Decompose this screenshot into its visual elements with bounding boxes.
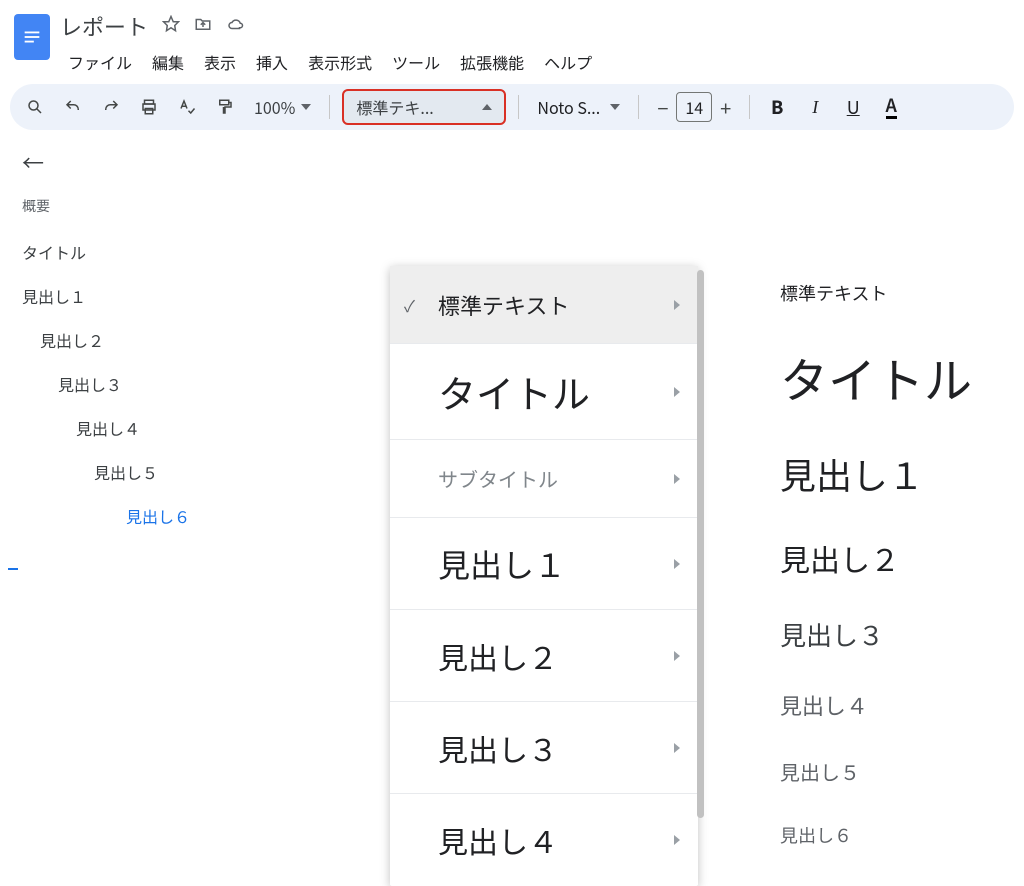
star-icon[interactable] <box>162 14 180 38</box>
doc-block-h3[interactable]: 見出し３ <box>780 616 972 653</box>
outline-item[interactable]: 見出し２ <box>22 328 238 352</box>
chevron-up-icon <box>482 104 492 110</box>
toolbar: 100% 標準テキ... Noto S... − 14 + B I U A <box>10 84 1014 130</box>
outline-item-active[interactable]: 見出し６ <box>22 504 238 528</box>
style-option-label: タイトル <box>438 364 590 419</box>
cloud-status-icon[interactable] <box>226 14 244 38</box>
style-option-h1[interactable]: 見出し１ <box>390 518 698 610</box>
outline-close-icon[interactable]: ← <box>22 146 238 178</box>
zoom-select[interactable]: 100% <box>248 95 317 119</box>
paragraph-styles-label: 標準テキ... <box>356 95 433 119</box>
font-size-input[interactable]: 14 <box>676 92 712 122</box>
menu-file[interactable]: ファイル <box>60 46 140 78</box>
redo-icon[interactable] <box>96 92 126 122</box>
outline-item[interactable]: タイトル <box>22 240 238 264</box>
submenu-arrow-icon <box>674 559 680 569</box>
submenu-arrow-icon <box>674 387 680 397</box>
increase-font-size-button[interactable]: + <box>714 93 737 122</box>
submenu-arrow-icon <box>674 474 680 484</box>
move-folder-icon[interactable] <box>194 14 212 38</box>
font-family-select[interactable]: Noto S... <box>531 95 626 119</box>
spellcheck-icon[interactable] <box>172 92 202 122</box>
menu-edit[interactable]: 編集 <box>144 46 192 78</box>
style-option-label: 見出し４ <box>438 818 558 862</box>
docs-logo-icon[interactable] <box>14 14 50 60</box>
italic-button[interactable]: I <box>800 92 830 122</box>
underline-button[interactable]: U <box>838 92 868 122</box>
menu-help[interactable]: ヘルプ <box>536 46 600 78</box>
chevron-down-icon <box>301 104 311 110</box>
style-option-h3[interactable]: 見出し３ <box>390 702 698 794</box>
submenu-arrow-icon <box>674 300 680 310</box>
doc-block-h4[interactable]: 見出し４ <box>780 689 972 721</box>
doc-block-h5[interactable]: 見出し５ <box>780 757 972 786</box>
outline-item[interactable]: 見出し４ <box>22 416 238 440</box>
menu-view[interactable]: 表示 <box>196 46 244 78</box>
paragraph-styles-select[interactable]: 標準テキ... <box>342 89 506 125</box>
menu-tools[interactable]: ツール <box>384 46 448 78</box>
outline-item[interactable]: 見出し５ <box>22 460 238 484</box>
document-content[interactable]: 標準テキスト タイトル 見出し１ 見出し２ 見出し３ 見出し４ 見出し５ 見出し… <box>780 280 972 848</box>
paragraph-styles-menu: ✓ 標準テキスト タイトル サブタイトル 見出し１ 見出し２ 見出し３ 見出し４ <box>390 266 698 886</box>
doc-block-h6[interactable]: 見出し６ <box>780 822 972 848</box>
check-icon: ✓ <box>404 293 415 317</box>
styles-menu-scrollbar[interactable] <box>697 270 704 818</box>
doc-block-normal[interactable]: 標準テキスト <box>780 280 972 306</box>
bold-button[interactable]: B <box>762 92 792 122</box>
style-option-subtitle[interactable]: サブタイトル <box>390 440 698 518</box>
style-option-h4[interactable]: 見出し４ <box>390 794 698 886</box>
outline-summary-label: 概要 <box>22 196 238 216</box>
submenu-arrow-icon <box>674 743 680 753</box>
menu-insert[interactable]: 挿入 <box>248 46 296 78</box>
document-title[interactable]: レポート <box>60 10 148 42</box>
chevron-down-icon <box>610 104 620 110</box>
submenu-arrow-icon <box>674 651 680 661</box>
doc-block-h2[interactable]: 見出し２ <box>780 536 972 580</box>
style-option-label: 見出し３ <box>438 726 558 770</box>
style-option-label: サブタイトル <box>438 464 558 493</box>
outline-active-indicator <box>8 568 18 570</box>
menu-extensions[interactable]: 拡張機能 <box>452 46 532 78</box>
style-option-label: 見出し１ <box>438 541 566 587</box>
doc-block-h1[interactable]: 見出し１ <box>780 448 972 500</box>
menubar: ファイル 編集 表示 挿入 表示形式 ツール 拡張機能 ヘルプ <box>60 46 600 78</box>
paint-format-icon[interactable] <box>210 92 240 122</box>
undo-icon[interactable] <box>58 92 88 122</box>
menu-format[interactable]: 表示形式 <box>300 46 380 78</box>
style-option-normal[interactable]: ✓ 標準テキスト <box>390 266 698 344</box>
search-icon[interactable] <box>20 92 50 122</box>
submenu-arrow-icon <box>674 835 680 845</box>
style-option-title[interactable]: タイトル <box>390 344 698 440</box>
outline-panel: ← 概要 タイトル 見出し１ 見出し２ 見出し３ 見出し４ 見出し５ 見出し６ <box>0 130 260 544</box>
decrease-font-size-button[interactable]: − <box>651 93 674 122</box>
style-option-h2[interactable]: 見出し２ <box>390 610 698 702</box>
outline-item[interactable]: 見出し１ <box>22 284 238 308</box>
font-family-label: Noto S... <box>537 95 600 119</box>
text-color-button[interactable]: A <box>876 92 906 122</box>
zoom-value: 100% <box>254 95 295 119</box>
outline-item[interactable]: 見出し３ <box>22 372 238 396</box>
doc-block-title[interactable]: タイトル <box>780 342 972 412</box>
style-option-label: 標準テキスト <box>438 289 569 321</box>
style-option-label: 見出し２ <box>438 634 558 678</box>
print-icon[interactable] <box>134 92 164 122</box>
